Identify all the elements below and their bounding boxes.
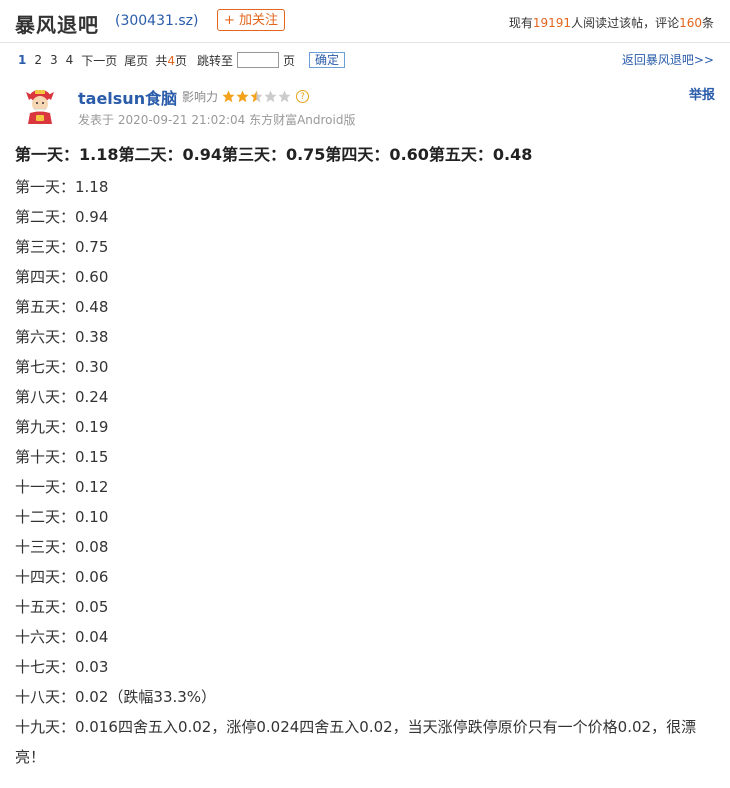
post-line: 第六天：0.38 xyxy=(15,328,109,346)
page-link-2[interactable]: 2 xyxy=(34,53,42,67)
post-title: 第一天：1.18第二天：0.94第三天：0.75第四天：0.60第五天：0.48 xyxy=(15,145,533,164)
post-line: 第九天：0.19 xyxy=(15,418,109,436)
help-icon[interactable]: ? xyxy=(296,90,310,103)
star-icon xyxy=(264,90,277,103)
stats-mid: 人阅读过该帖，评论 xyxy=(571,16,680,30)
forum-title[interactable]: 暴风退吧 xyxy=(15,9,99,38)
influence-label: 影响力 xyxy=(182,90,219,104)
jump-page-input[interactable] xyxy=(237,52,279,68)
pagination: 1 2 3 4 下一页 尾页 共4页 跳转至 页 确定 xyxy=(18,51,346,69)
page-link-4[interactable]: 4 xyxy=(66,53,74,67)
post-line: 第一天：1.18 xyxy=(15,178,109,196)
jump-label: 跳转至 xyxy=(196,53,233,68)
post-line: 第四天：0.60 xyxy=(15,268,109,286)
stats-suffix: 条 xyxy=(701,16,714,30)
post-line: 第二天：0.94 xyxy=(15,208,109,226)
last-page-link[interactable]: 尾页 xyxy=(124,52,148,69)
post-line: 第五天：0.48 xyxy=(15,298,109,316)
star-icon xyxy=(278,90,291,103)
next-page-link[interactable]: 下一页 xyxy=(81,52,117,69)
post-body: 第一天：1.18 第二天：0.94 第三天：0.75 第四天：0.60 第五天：… xyxy=(15,172,715,772)
post-line: 十三天：0.08 xyxy=(15,538,109,556)
star-icon xyxy=(236,90,249,103)
back-to-forum-link[interactable]: 返回暴风退吧>> xyxy=(622,51,714,68)
post-line: 第十天：0.15 xyxy=(15,448,109,466)
report-button[interactable]: 举报 xyxy=(689,84,715,103)
total-suffix: 页 xyxy=(174,53,187,68)
page-unit: 页 xyxy=(283,53,296,68)
avatar[interactable] xyxy=(20,84,60,124)
forum-header: 暴风退吧 (300431.sz) + 加关注 现有19191人阅读过该帖，评论1… xyxy=(0,0,730,43)
post-line: 第三天：0.75 xyxy=(15,238,109,256)
stock-code[interactable]: (300431.sz) xyxy=(115,13,198,29)
username-link[interactable]: taelsun食脑 xyxy=(78,85,177,109)
comments-count: 160 xyxy=(679,16,702,30)
post-line: 十八天：0.02（跌幅33.3%） xyxy=(15,688,217,706)
readers-count: 19191 xyxy=(532,16,572,30)
stats-prefix: 现有 xyxy=(508,16,533,30)
post-line: 十一天：0.12 xyxy=(15,478,109,496)
read-stats: 现有19191人阅读过该帖，评论160条 xyxy=(509,14,714,31)
post-line: 第八天：0.24 xyxy=(15,388,109,406)
page-link-3[interactable]: 3 xyxy=(50,53,58,67)
total-pages-count: 4 xyxy=(167,53,175,68)
post-line: 十四天：0.06 xyxy=(15,568,109,586)
total-pages: 共4页 xyxy=(155,52,187,69)
post-meta: 发表于 2020-09-21 21:02:04 东方财富Android版 xyxy=(78,113,356,127)
post-line-last: 十九天：0.016四舍五入0.02，涨停0.024四舍五入0.02，当天涨停跌停… xyxy=(15,718,697,766)
post-line: 十七天：0.03 xyxy=(15,658,109,676)
star-rating xyxy=(222,90,292,103)
post-line: 十二天：0.10 xyxy=(15,508,109,526)
post-line: 十六天：0.04 xyxy=(15,628,109,646)
star-icon xyxy=(222,90,235,103)
influence-rating: 影响力 ? xyxy=(182,88,310,105)
page-link-1[interactable]: 1 xyxy=(18,53,26,67)
total-prefix: 共 xyxy=(155,53,168,68)
follow-button[interactable]: + 加关注 xyxy=(217,9,285,31)
post-line: 十五天：0.05 xyxy=(15,598,109,616)
post-line: 第七天：0.30 xyxy=(15,358,109,376)
star-icon xyxy=(250,90,263,103)
jump-confirm-button[interactable]: 确定 xyxy=(309,52,346,68)
